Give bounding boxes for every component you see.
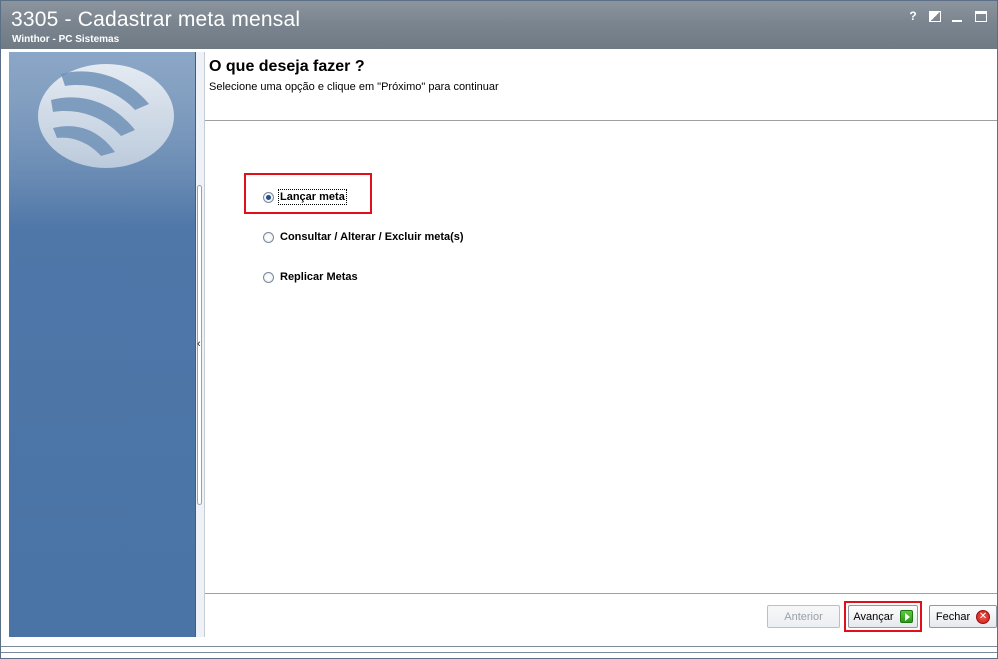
highlight-box-next [844,601,922,632]
status-divider [1,652,997,653]
wizard-content: O que deseja fazer ? Selecione uma opção… [205,52,997,637]
option-label[interactable]: Replicar Metas [280,271,358,283]
close-icon: ✕ [976,609,991,624]
maximize-icon [975,11,987,22]
restore-button[interactable] [929,9,943,23]
minimize-button[interactable] [952,9,966,23]
back-button-label: Anterior [784,610,823,623]
window-controls: ? [906,9,989,25]
close-button[interactable]: Fechar ✕ [929,605,997,628]
option-replicar-metas[interactable]: Replicar Metas [263,271,358,283]
highlight-box-option [244,173,372,214]
page-title: O que deseja fazer ? [209,58,365,75]
option-label[interactable]: Consultar / Alterar / Excluir meta(s) [280,231,464,243]
panel-splitter[interactable]: ‹ [196,52,205,637]
chevron-left-icon[interactable]: ‹ [197,338,201,350]
minimize-icon [952,9,962,23]
radio-replicar-metas[interactable] [263,271,274,283]
footer-divider [205,593,997,594]
header-divider [205,120,997,121]
side-panel [9,52,196,637]
app-window: 3305 - Cadastrar meta mensal Winthor - P… [0,0,998,659]
window-title: 3305 - Cadastrar meta mensal [11,8,301,31]
restore-icon [929,11,941,22]
back-button[interactable]: Anterior [767,605,840,628]
help-button[interactable]: ? [906,9,920,23]
radio-consultar-alterar-excluir[interactable] [263,231,274,243]
maximize-button[interactable] [975,9,989,23]
title-bar[interactable]: 3305 - Cadastrar meta mensal Winthor - P… [1,1,997,49]
page-instructions: Selecione uma opção e clique em "Próximo… [209,81,499,93]
close-button-label: Fechar [935,610,971,623]
window-subtitle: Winthor - PC Sistemas [12,34,120,45]
option-consultar-alterar-excluir[interactable]: Consultar / Alterar / Excluir meta(s) [263,231,464,243]
help-icon: ? [909,9,917,23]
pc-sistemas-logo-icon [38,64,174,168]
